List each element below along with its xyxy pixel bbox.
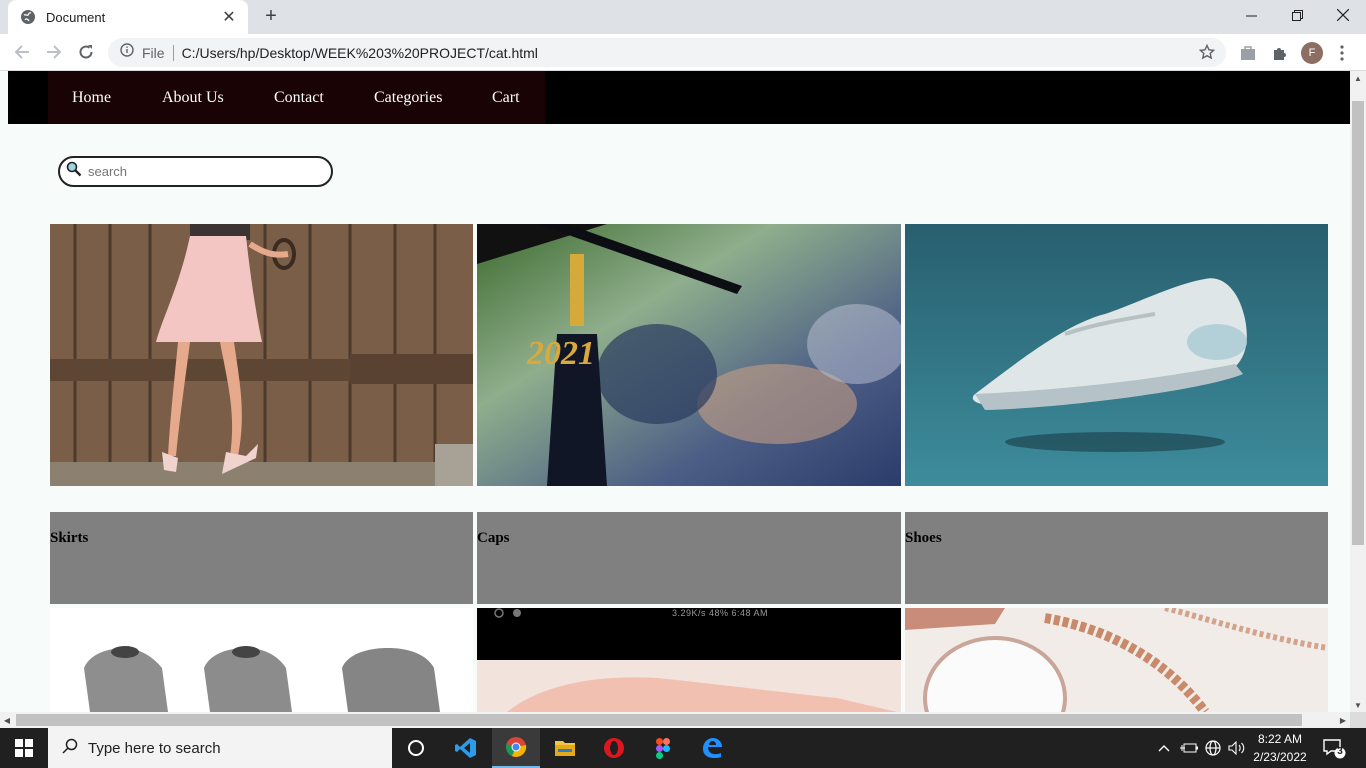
category-card-caps[interactable]: Caps xyxy=(477,512,901,604)
windows-taskbar: Type here to search 8:22 AM 2/23/2022 3 xyxy=(0,728,1366,768)
category-label: Caps xyxy=(477,530,510,546)
tab-title: Document xyxy=(46,9,106,25)
browser-tab-strip: Document ✕ + xyxy=(0,0,1366,34)
globe-icon xyxy=(20,9,36,25)
sweaters-photo[interactable] xyxy=(50,608,473,712)
clock-date: 2/23/2022 xyxy=(1253,750,1307,764)
vscode-icon[interactable] xyxy=(442,728,490,768)
skirt-photo[interactable] xyxy=(50,224,473,486)
nav-link-home[interactable]: Home xyxy=(72,89,111,107)
cortana-icon[interactable] xyxy=(392,728,440,768)
restore-icon[interactable] xyxy=(1274,0,1320,30)
close-tab-icon[interactable]: ✕ xyxy=(220,8,238,26)
windows-start-icon[interactable] xyxy=(0,728,48,768)
forward-icon[interactable] xyxy=(42,40,66,64)
bookmark-star-icon[interactable] xyxy=(1198,43,1216,61)
opera-icon[interactable] xyxy=(590,728,638,768)
graduation-cap-tassel-photo[interactable]: 2021 xyxy=(477,224,901,486)
browser-toolbar: File C:/Users/hp/Desktop/WEEK%203%20PROJ… xyxy=(0,34,1366,71)
nav-links: Home About Us Contact Categories Cart xyxy=(48,71,545,124)
extensions-icon[interactable] xyxy=(1269,42,1291,64)
category-card-skirts[interactable]: Skirts xyxy=(50,512,473,604)
battery-icon[interactable] xyxy=(1178,728,1200,768)
vertical-scrollbar[interactable]: ▲ ▼ xyxy=(1350,71,1366,712)
category-label: Skirts xyxy=(50,530,89,546)
profile-avatar[interactable]: F xyxy=(1301,42,1323,64)
reload-icon[interactable] xyxy=(74,40,98,64)
sneaker-photo[interactable] xyxy=(905,224,1328,486)
scroll-up-icon[interactable]: ▲ xyxy=(1350,71,1366,85)
close-window-icon[interactable] xyxy=(1320,0,1366,30)
scrollbar-corner xyxy=(1350,712,1366,728)
vertical-scroll-thumb[interactable] xyxy=(1352,101,1364,545)
horizontal-scrollbar[interactable]: ◀ ▶ xyxy=(0,712,1350,728)
phone-screenshot-photo[interactable]: 3.29K/s 48% 6:48 AM xyxy=(477,608,901,712)
scroll-down-icon[interactable]: ▼ xyxy=(1350,698,1366,712)
horizontal-scroll-thumb[interactable] xyxy=(16,714,1302,726)
back-icon[interactable] xyxy=(10,40,34,64)
omnibox-divider xyxy=(172,44,174,61)
page-viewport: Home About Us Contact Categories Cart se… xyxy=(0,71,1350,712)
search-input[interactable] xyxy=(88,164,318,179)
category-label: Shoes xyxy=(905,530,942,546)
address-bar[interactable]: File C:/Users/hp/Desktop/WEEK%203%20PROJ… xyxy=(108,38,1226,67)
taskbar-clock[interactable]: 8:22 AM 2/23/2022 xyxy=(1246,730,1314,766)
file-explorer-icon[interactable] xyxy=(541,728,589,768)
taskbar-search[interactable]: Type here to search xyxy=(48,728,392,768)
notification-center-icon[interactable]: 3 xyxy=(1322,736,1346,760)
search-icon xyxy=(62,738,78,758)
nav-link-contact[interactable]: Contact xyxy=(274,89,324,107)
svg-text:2021: 2021 xyxy=(526,335,595,372)
notification-count: 3 xyxy=(1337,746,1343,757)
volume-icon[interactable] xyxy=(1226,728,1248,768)
nav-link-categories[interactable]: Categories xyxy=(374,89,442,107)
browser-tab[interactable]: Document ✕ xyxy=(8,0,248,34)
search-box[interactable] xyxy=(58,156,333,187)
url-text[interactable]: C:/Users/hp/Desktop/WEEK%203%20PROJECT/c… xyxy=(182,45,538,61)
scheme-label: File xyxy=(142,44,165,61)
chevron-up-icon[interactable] xyxy=(1154,728,1174,768)
site-navbar: Home About Us Contact Categories Cart xyxy=(8,71,1350,124)
clock-time: 8:22 AM xyxy=(1257,732,1303,746)
nav-link-cart[interactable]: Cart xyxy=(492,89,520,107)
jewelry-photo[interactable] xyxy=(905,608,1328,712)
chrome-icon[interactable] xyxy=(492,728,540,768)
scroll-right-icon[interactable]: ▶ xyxy=(1336,712,1350,728)
taskbar-search-placeholder: Type here to search xyxy=(88,739,221,757)
new-tab-icon[interactable]: + xyxy=(260,5,282,27)
minimize-icon[interactable] xyxy=(1228,0,1274,30)
nav-link-about-us[interactable]: About Us xyxy=(162,89,224,107)
shopping-bag-icon[interactable] xyxy=(1237,42,1259,64)
more-menu-icon[interactable] xyxy=(1331,42,1353,64)
scroll-left-icon[interactable]: ◀ xyxy=(0,712,14,728)
category-card-shoes[interactable]: Shoes xyxy=(905,512,1328,604)
edge-icon[interactable] xyxy=(688,728,736,768)
info-icon[interactable] xyxy=(120,43,134,62)
network-globe-icon[interactable] xyxy=(1202,728,1224,768)
search-icon xyxy=(66,161,82,182)
figma-icon[interactable] xyxy=(639,728,687,768)
status-bar-text: 3.29K/s 48% 6:48 AM xyxy=(672,608,769,618)
